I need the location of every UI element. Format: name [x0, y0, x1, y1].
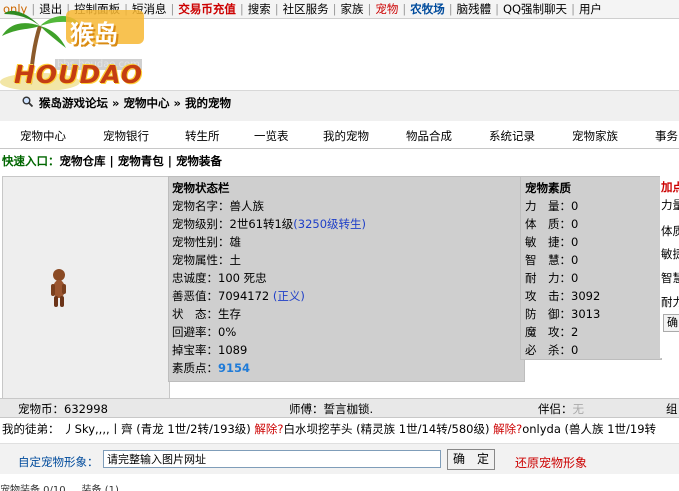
status-attribute-row: 宠物属性：土 — [172, 253, 241, 267]
topbar-item-10[interactable]: 脑残體 — [454, 0, 495, 18]
add-points-title: 加点 — [661, 180, 679, 194]
quality-agility: 敏 捷：0 — [525, 235, 579, 249]
breadcrumb-home[interactable]: 猴岛游戏论坛 — [39, 96, 108, 110]
status-title: 宠物状态栏 — [172, 181, 230, 195]
pet-status-panel: 宠物状态栏 宠物名字：兽人族 宠物级别：2世61转1级(3250级转生) 宠物性… — [168, 176, 525, 382]
add-points-constitution[interactable]: 体质 — [661, 223, 679, 239]
quality-title: 宠物素质 — [525, 181, 571, 195]
nav-affairs[interactable]: 事务 — [655, 128, 678, 144]
breadcrumb-current: 我的宠物 — [184, 96, 231, 110]
karma-justice-link[interactable]: (正义) — [273, 289, 305, 303]
nav-item-synthesis[interactable]: 物品合成 — [406, 128, 452, 144]
quick-link-warehouse[interactable]: 宠物仓库 — [60, 154, 106, 168]
status-state-row: 状 态：生存 — [172, 307, 241, 321]
quality-points-value: 9154 — [218, 361, 251, 375]
pet-image-panel — [2, 176, 170, 400]
search-icon — [22, 96, 34, 110]
status-drop-row: 掉宝率：1089 — [172, 343, 248, 357]
confirm-button[interactable]: 确 定 — [447, 449, 495, 470]
nav-pet-family[interactable]: 宠物家族 — [572, 128, 618, 144]
pet-partner: 伴侣：无 — [538, 402, 584, 416]
breadcrumb: 猴岛游戏论坛 » 宠物中心 » 我的宠物 — [22, 95, 231, 111]
breadcrumb-bar: 猴岛游戏论坛 » 宠物中心 » 我的宠物 — [0, 90, 679, 121]
quality-endurance: 耐 力：0 — [525, 271, 579, 285]
nav-my-pet[interactable]: 我的宠物 — [323, 128, 369, 144]
breadcrumb-separator: » — [173, 96, 181, 110]
dismiss-apprentice-link[interactable]: 解除? — [493, 422, 522, 436]
quality-attack: 攻 击：3092 — [525, 289, 601, 303]
reincarnation-level-link[interactable]: (3250级转生) — [293, 217, 366, 231]
nav-overview[interactable]: 一览表 — [254, 128, 289, 144]
quality-critical: 必 杀：0 — [525, 343, 579, 357]
apprentice-label: 我的徒弟： — [2, 422, 60, 436]
pet-avatar — [51, 269, 66, 307]
add-points-confirm-button[interactable]: 确 — [663, 314, 679, 332]
add-points-agility[interactable]: 敏捷 — [661, 246, 679, 262]
dismiss-apprentice-link[interactable]: 解除? — [254, 422, 283, 436]
add-points-strength[interactable]: 力量 — [661, 197, 679, 213]
quick-entry-label: 快速入口： — [2, 154, 60, 168]
pet-info-bar: 宠物币：632998 师傅：誓言枷锁. 伴侣：无 组 — [0, 398, 679, 418]
pet-nav-menu: 宠物中心 宠物银行 转生所 一览表 我的宠物 物品合成 系统记录 宠物家族 事务 — [0, 122, 679, 149]
quality-constitution: 体 质：0 — [525, 217, 579, 231]
pet-quality-panel: 宠物素质 力 量：0 体 质：0 敏 捷：0 智 慧：0 耐 力：0 攻 击：3… — [520, 176, 662, 360]
nav-pet-center[interactable]: 宠物中心 — [20, 128, 66, 144]
quality-defense: 防 御：3013 — [525, 307, 601, 321]
topbar-item-7[interactable]: 家族 — [337, 0, 366, 18]
apprentice-item: onlyda (兽人族 1世/19转 — [522, 422, 657, 436]
nav-pet-bank[interactable]: 宠物银行 — [103, 128, 149, 144]
quick-link-bag[interactable]: 宠物青包 — [118, 154, 164, 168]
topbar-item-5[interactable]: 搜索 — [245, 0, 274, 18]
logo-wordmark: HOUDAO — [14, 60, 144, 89]
pet-coins: 宠物币：632998 — [18, 402, 108, 416]
nav-reincarnation[interactable]: 转生所 — [185, 128, 220, 144]
quick-entry: 快速入口：宠物仓库 | 宠物青包 | 宠物装备 — [2, 154, 222, 168]
status-gender-row: 宠物性别：雄 — [172, 235, 241, 249]
custom-pet-image-label: 自定宠物形象： — [18, 455, 99, 469]
quality-wisdom: 智 慧：0 — [525, 253, 579, 267]
pet-group: 组 — [666, 402, 678, 416]
quality-magic-attack: 魔 攻：2 — [525, 325, 579, 339]
topbar-item-4[interactable]: 交易币充值 — [175, 0, 239, 18]
logo-badge-text: 猴岛 — [70, 20, 118, 48]
add-points-panel: 加点 力量 体质 敏捷 智慧 耐力 确 — [660, 176, 679, 358]
quality-strength: 力 量：0 — [525, 199, 579, 213]
status-level-row: 宠物级别：2世61转1级(3250级转生) — [172, 217, 367, 231]
apprentice-item: 丿Sky,,,,丨齊 (青龙 1世/2转/193级) — [63, 422, 251, 436]
pet-image-url-input[interactable] — [103, 450, 441, 468]
topbar-item-9[interactable]: 农牧场 — [407, 0, 448, 18]
topbar-item-12[interactable]: 用户 — [576, 0, 605, 18]
breadcrumb-separator: » — [112, 96, 120, 110]
status-loyalty-row: 忠诚度：100 死忠 — [172, 271, 267, 285]
breadcrumb-pet-center[interactable]: 宠物中心 — [123, 96, 169, 110]
pet-master: 师傅：誓言枷锁. — [289, 402, 374, 416]
custom-pet-image-row: 自定宠物形象： 确 定 还原宠物形象 — [0, 443, 679, 474]
apprentice-item: 白水坝挖芋头 (精灵族 1世/14转/580级) — [283, 422, 490, 436]
topbar-item-11[interactable]: QQ强制聊天 — [500, 0, 570, 18]
add-points-wisdom[interactable]: 智慧 — [661, 270, 679, 286]
nav-system-log[interactable]: 系统记录 — [489, 128, 535, 144]
status-dodge-row: 回避率：0% — [172, 325, 237, 339]
status-name-row: 宠物名字：兽人族 — [172, 199, 264, 213]
restore-pet-image-link[interactable]: 还原宠物形象 — [515, 454, 587, 471]
topbar-item-6[interactable]: 社区服务 — [280, 0, 332, 18]
quick-link-equipment[interactable]: 宠物装备 — [176, 154, 222, 168]
status-points-row: 素质点：9154 — [172, 361, 251, 375]
clipped-footer-text: 宠物装备 0/10 ... 装备 (1) — [0, 485, 119, 491]
status-karma-row: 善恶值：7094172 (正义) — [172, 289, 305, 303]
site-logo[interactable]: 猴岛 bbs.houdao.com HOUDAO — [0, 4, 160, 92]
apprentice-list: 我的徒弟： 丿Sky,,,,丨齊 (青龙 1世/2转/193级) 解除?白水坝挖… — [2, 421, 656, 437]
topbar-item-8[interactable]: 宠物 — [372, 0, 401, 18]
add-points-endurance[interactable]: 耐力 — [661, 294, 679, 310]
